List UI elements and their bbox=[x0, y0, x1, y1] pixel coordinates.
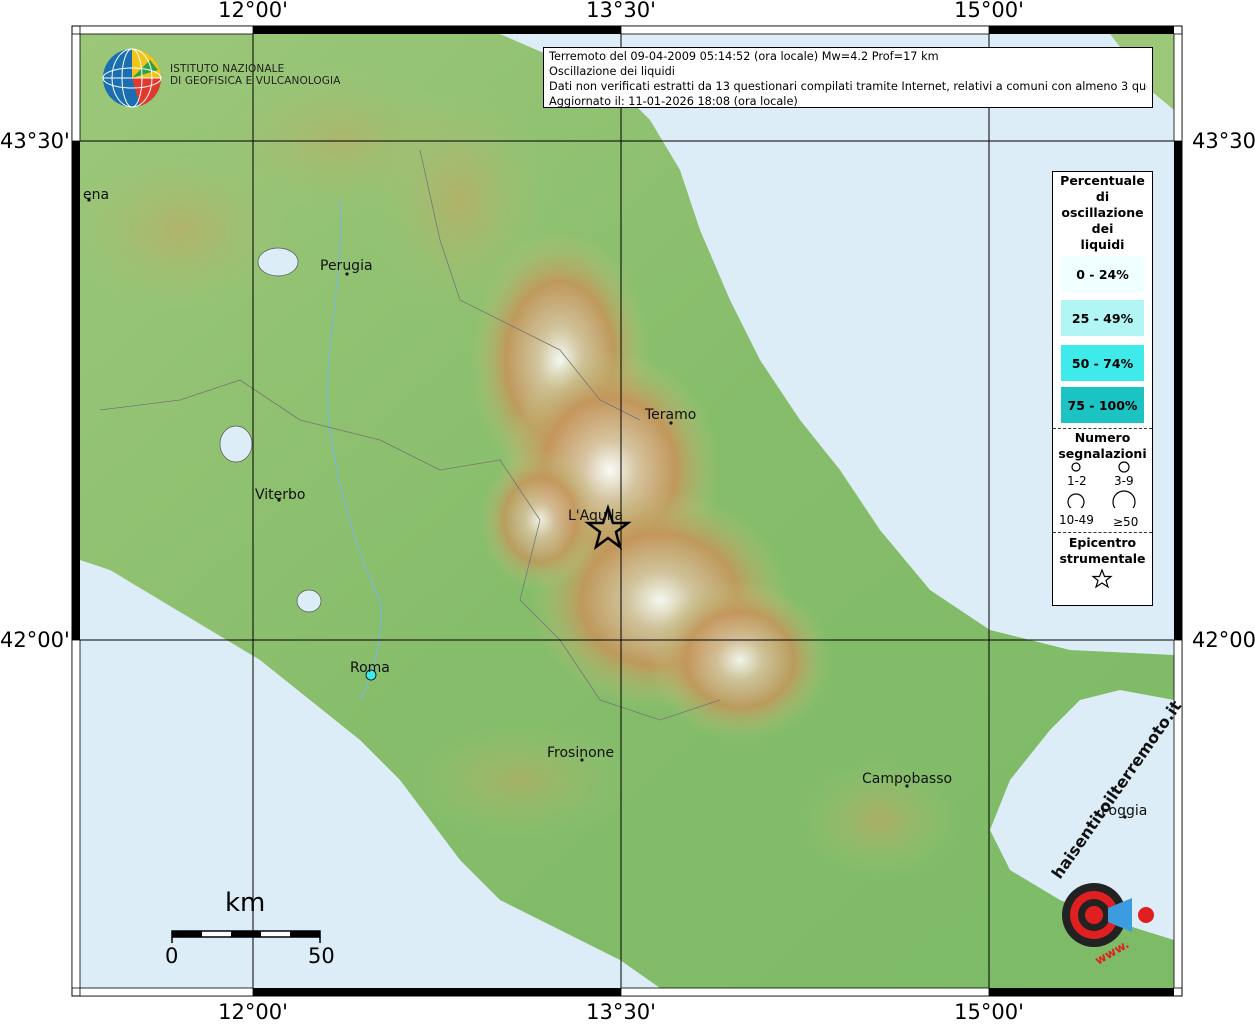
event-title: Terremoto del 09-04-2009 05:14:52 (ora l… bbox=[549, 50, 939, 63]
legend-title-line: Percentuale bbox=[1060, 173, 1145, 188]
legend-epicenter-title: Epicentro strumentale bbox=[1053, 535, 1152, 567]
lat-label-right-2: 42°00' bbox=[1192, 628, 1255, 652]
scale-min: 0 bbox=[165, 944, 179, 968]
data-note: Dati non verificati estratti da 13 quest… bbox=[549, 80, 1147, 93]
town-label-siena-partial: ena bbox=[83, 187, 110, 203]
count-label-3-9: 3-9 bbox=[1114, 474, 1134, 488]
circle-size-1-2 bbox=[1071, 462, 1081, 472]
legend: Percentuale di oscillazione dei liquidi … bbox=[1052, 171, 1153, 606]
lat-label-left-2: 42°00' bbox=[0, 628, 70, 652]
legend-divider bbox=[1053, 428, 1152, 429]
town-label-frosinone: Frosinone bbox=[547, 745, 615, 761]
logo-line-2: DI GEOFISICA E VULCANOLOGIA bbox=[170, 75, 341, 87]
town-label-roma: Roma bbox=[350, 660, 390, 676]
town-label-teramo: Teramo bbox=[645, 407, 697, 423]
legend-title-line: dei bbox=[1091, 221, 1114, 236]
ingv-logo-icon bbox=[102, 48, 162, 108]
lon-label-bottom-1: 12°00' bbox=[218, 1000, 288, 1024]
legend-class-75-100: 75 - 100% bbox=[1061, 387, 1144, 423]
circle-size-3-9 bbox=[1118, 461, 1130, 473]
event-info-box: Terremoto del 09-04-2009 05:14:52 (ora l… bbox=[543, 47, 1153, 108]
lat-label-left-1: 43°30' bbox=[0, 129, 70, 153]
legend-epicenter-title-line: Epicentro bbox=[1068, 535, 1137, 550]
legend-count-title-line: Numero bbox=[1074, 430, 1131, 445]
legend-epicenter-title-line: strumentale bbox=[1059, 551, 1146, 566]
logo-line-1: ISTITUTO NAZIONALE bbox=[170, 63, 285, 75]
scale-unit: km bbox=[225, 888, 266, 918]
town-label-viterbo: Viterbo bbox=[255, 487, 306, 503]
town-label-foggia: Foggia bbox=[1101, 803, 1148, 819]
lake-trasimeno bbox=[257, 247, 299, 277]
town-label-laquila: L'Aquila bbox=[568, 508, 624, 524]
legend-title-line: di bbox=[1095, 189, 1110, 204]
legend-title-line: oscillazione bbox=[1061, 205, 1144, 220]
legend-star-icon bbox=[1091, 568, 1113, 589]
lon-label-bottom-3: 15°00' bbox=[954, 1000, 1024, 1024]
circle-size-10-49 bbox=[1067, 493, 1085, 508]
legend-title: Percentuale di oscillazione dei liquidi bbox=[1053, 172, 1152, 253]
lake-bracciano bbox=[296, 589, 322, 613]
legend-title-line: liquidi bbox=[1080, 237, 1125, 252]
town-label-perugia: Perugia bbox=[320, 258, 373, 274]
count-label-50-plus: ≥50 bbox=[1113, 515, 1139, 529]
count-label-1-2: 1-2 bbox=[1067, 474, 1087, 488]
legend-class-0-24: 0 - 24% bbox=[1061, 256, 1144, 292]
lat-label-right-1: 43°30' bbox=[1192, 129, 1255, 153]
lake-bolsena bbox=[219, 425, 253, 463]
town-label-campobasso: Campobasso bbox=[862, 771, 953, 787]
scale-max: 50 bbox=[308, 944, 335, 968]
lon-label-top-2: 13°30' bbox=[586, 0, 656, 22]
lon-label-top-1: 12°00' bbox=[218, 0, 288, 22]
lon-label-bottom-2: 13°30' bbox=[586, 1000, 656, 1024]
circle-size-50-plus bbox=[1112, 490, 1136, 508]
update-time: Aggiornato il: 11-01-2026 18:08 (ora loc… bbox=[549, 95, 798, 108]
count-label-10-49: 10-49 bbox=[1059, 513, 1094, 527]
legend-divider bbox=[1053, 532, 1152, 533]
legend-class-25-49: 25 - 49% bbox=[1061, 300, 1144, 336]
legend-class-50-74: 50 - 74% bbox=[1061, 345, 1144, 381]
lon-label-top-3: 15°00' bbox=[954, 0, 1024, 22]
map-subject: Oscillazione dei liquidi bbox=[549, 65, 675, 78]
ingv-logo-text: ISTITUTO NAZIONALE DI GEOFISICA E VULCAN… bbox=[170, 63, 341, 87]
